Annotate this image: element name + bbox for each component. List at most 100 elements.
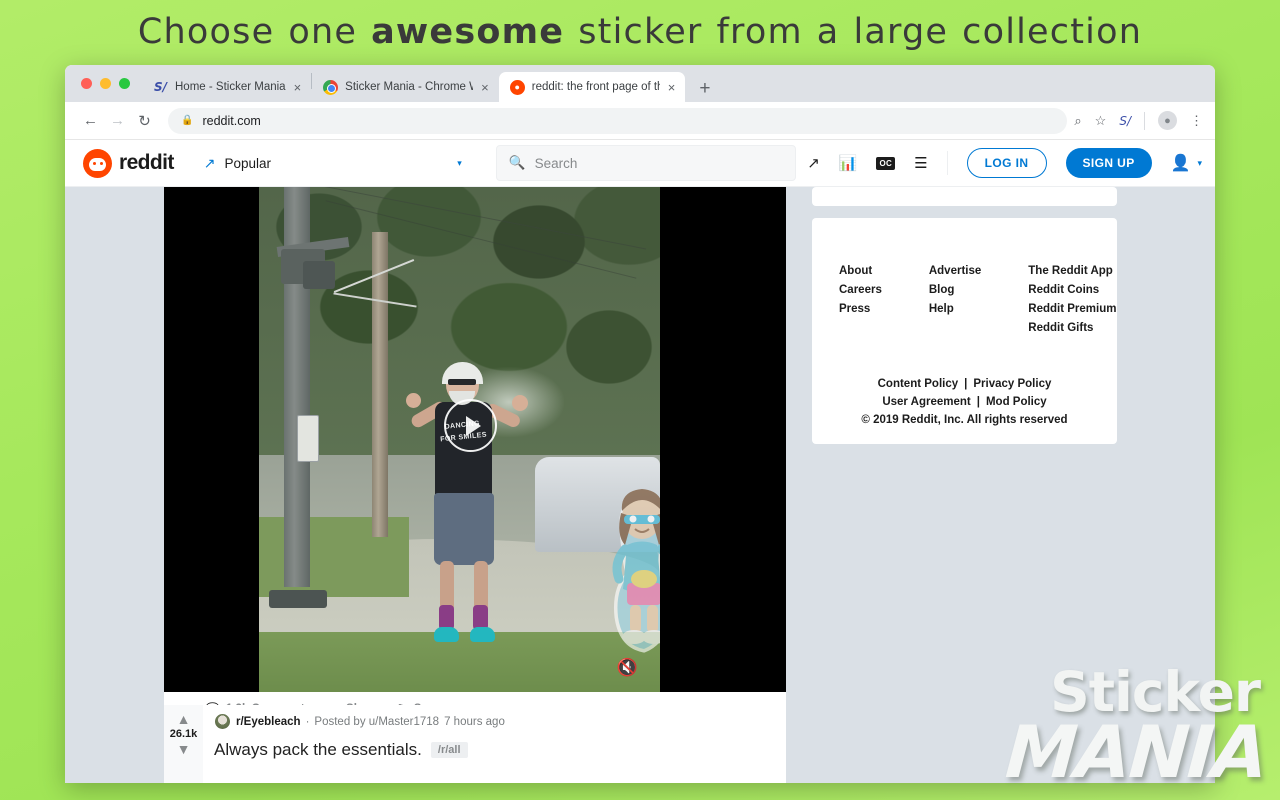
footer-link-reddit-gifts[interactable]: Reddit Gifts — [1028, 322, 1116, 334]
browser-tab-reddit[interactable]: ● reddit: the front page of the int × — [498, 72, 686, 102]
downvote-icon[interactable]: ▼ — [177, 742, 191, 756]
bookmark-star-icon[interactable]: ☆ — [1095, 113, 1107, 129]
footer-link-reddit-app[interactable]: The Reddit App — [1028, 265, 1116, 277]
policy-separator: | — [976, 396, 980, 408]
oc-badge-icon[interactable]: OC — [876, 156, 896, 170]
headline-word-3: sticker — [578, 12, 703, 52]
headline-word-5: a — [816, 12, 840, 52]
footer-link-blog[interactable]: Blog — [929, 284, 981, 296]
sidebar-top-bar — [812, 187, 1117, 206]
minimize-window-button[interactable] — [100, 78, 111, 89]
man-shorts — [434, 493, 494, 565]
man-left-shoe — [434, 627, 459, 642]
girl-sticker[interactable] — [597, 479, 660, 659]
signup-button[interactable]: SIGN UP — [1065, 148, 1152, 178]
footer-link-privacy-policy[interactable]: Privacy Policy — [973, 378, 1051, 390]
muted-speaker-icon[interactable]: 🔇 — [617, 658, 638, 678]
trending-posts-icon[interactable]: ↗ — [807, 154, 820, 172]
video-pole-box — [303, 261, 335, 289]
trending-icon: ↗ — [203, 154, 216, 171]
footer-link-mod-policy[interactable]: Mod Policy — [986, 396, 1047, 408]
policy-row-1: Content Policy | Privacy Policy — [878, 378, 1052, 390]
post-title[interactable]: Always pack the essentials. — [214, 740, 422, 760]
close-window-button[interactable] — [81, 78, 92, 89]
post-card-second: ▲ 26.1k ▼ r/Eyebleach · Posted by u/Mast… — [164, 705, 786, 783]
sticker-mania-icon: S/ — [153, 80, 168, 94]
headline-word-awesome: awesome — [371, 12, 565, 52]
sidebar-footer-card: About Careers Press Advertise Blog Help … — [812, 218, 1117, 444]
subreddit-link[interactable]: r/Eyebleach — [236, 716, 301, 728]
url-input[interactable]: 🔒 reddit.com — [168, 107, 1068, 134]
chevron-down-icon: ▾ — [457, 157, 462, 168]
video-pole-sign — [297, 415, 319, 462]
footer-link-help[interactable]: Help — [929, 303, 981, 315]
footer-link-reddit-coins[interactable]: Reddit Coins — [1028, 284, 1116, 296]
chart-icon[interactable]: 📊 — [839, 154, 858, 172]
policy-row-2: User Agreement | Mod Policy — [882, 396, 1046, 408]
url-text: reddit.com — [202, 113, 261, 128]
headline-word-4: from — [716, 12, 803, 52]
toolbar-icons: ⌕ ☆ S/ ● ⋮ — [1074, 111, 1203, 130]
policy-separator: | — [964, 378, 968, 390]
header-divider — [946, 151, 948, 175]
post-meta: r/Eyebleach · Posted by u/Master1718 7 h… — [214, 713, 786, 730]
browser-tab-sticker-mania-home[interactable]: S/ Home - Sticker Mania × — [142, 72, 311, 102]
footer-column-2: Advertise Blog Help — [929, 265, 981, 334]
new-tab-button[interactable]: + — [685, 79, 722, 102]
footer-column-1: About Careers Press — [839, 265, 882, 334]
post-timestamp: 7 hours ago — [444, 715, 505, 728]
browser-window: S/ Home - Sticker Mania × Sticker Mania … — [65, 65, 1215, 783]
browser-tab-chrome-webstore[interactable]: Sticker Mania - Chrome Web S × — [312, 72, 499, 102]
header-actions: ↗ 📊 OC ☰ LOG IN SIGN UP 👤 ▾ — [807, 148, 1202, 178]
footer-link-content-policy[interactable]: Content Policy — [878, 378, 959, 390]
footer-link-advertise[interactable]: Advertise — [929, 265, 981, 277]
play-icon — [465, 415, 481, 436]
user-avatar-icon: 👤 — [1170, 155, 1191, 172]
sticker-mania-extension-icon[interactable]: S/ — [1119, 114, 1131, 128]
reddit-content: DANCING FOR SMILES 🔇 ▲ 26.1k ▼ r/Eyeblea… — [65, 187, 1215, 783]
man-left-hand — [406, 393, 421, 408]
headline-word-2: one — [288, 12, 358, 52]
back-icon[interactable]: ← — [77, 107, 104, 134]
search-icon: 🔍 — [508, 155, 526, 170]
footer-link-careers[interactable]: Careers — [839, 284, 882, 296]
search-placeholder: Search — [534, 155, 578, 171]
tab-title: reddit: the front page of the int — [531, 81, 660, 93]
browser-menu-icon[interactable]: ⋮ — [1190, 113, 1203, 129]
reddit-alien-icon — [83, 148, 112, 178]
user-menu-button[interactable]: 👤 ▾ — [1171, 153, 1202, 173]
close-tab-icon[interactable]: × — [293, 81, 303, 94]
man-right-shoe — [470, 627, 495, 642]
man-sunglasses — [448, 379, 476, 385]
video-pole-base — [269, 590, 327, 608]
upvote-icon[interactable]: ▲ — [177, 712, 191, 726]
profile-avatar-icon[interactable]: ● — [1158, 111, 1177, 130]
page-headline: Choose one awesome sticker from a large … — [0, 0, 1280, 64]
footer-link-press[interactable]: Press — [839, 303, 882, 315]
reload-icon[interactable]: ↻ — [131, 107, 158, 134]
toolbar-divider — [1144, 111, 1145, 130]
post-card-video: DANCING FOR SMILES 🔇 — [164, 187, 786, 727]
rall-badge: /r/all — [430, 742, 468, 758]
post-author[interactable]: Posted by u/Master1718 — [314, 716, 439, 728]
video-player[interactable]: DANCING FOR SMILES 🔇 — [164, 187, 786, 692]
play-button[interactable] — [444, 399, 497, 452]
feed-selector-dropdown[interactable]: ↗ Popular ▾ — [204, 155, 462, 172]
forward-icon[interactable]: → — [104, 107, 131, 134]
reddit-logo[interactable]: reddit — [83, 148, 174, 178]
coins-layers-icon[interactable]: ☰ — [914, 154, 927, 172]
search-input[interactable]: 🔍 Search — [495, 145, 796, 181]
reddit-page: reddit ↗ Popular ▾ 🔍 Search ↗ 📊 OC ☰ LOG… — [65, 140, 1215, 783]
right-sidebar: About Careers Press Advertise Blog Help … — [812, 187, 1117, 444]
footer-link-reddit-premium[interactable]: Reddit Premium — [1028, 303, 1116, 315]
reddit-header: reddit ↗ Popular ▾ 🔍 Search ↗ 📊 OC ☰ LOG… — [65, 140, 1215, 187]
login-button[interactable]: LOG IN — [966, 148, 1047, 178]
footer-link-user-agreement[interactable]: User Agreement — [882, 396, 970, 408]
headline-word-1: Choose — [137, 12, 275, 52]
close-tab-icon[interactable]: × — [480, 81, 490, 94]
close-tab-icon[interactable]: × — [667, 81, 677, 94]
zoom-search-icon[interactable]: ⌕ — [1074, 113, 1081, 129]
reddit-icon: ● — [509, 79, 525, 95]
maximize-window-button[interactable] — [119, 78, 130, 89]
footer-link-about[interactable]: About — [839, 265, 882, 277]
